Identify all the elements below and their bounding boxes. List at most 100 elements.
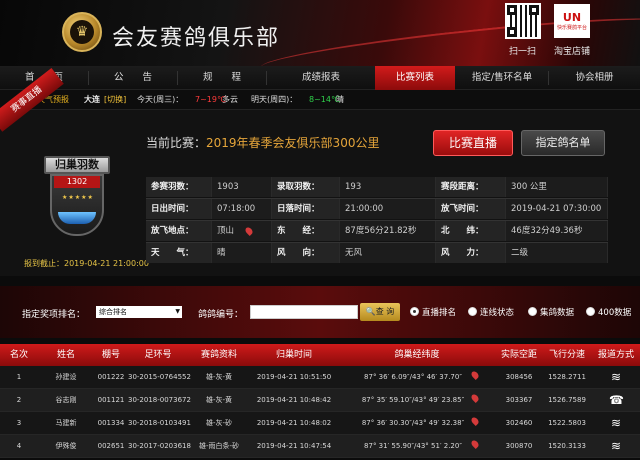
nav-album[interactable]: 协会相册 [549, 66, 640, 90]
info-value: 无风 [340, 243, 436, 263]
filter-bar: 指定奖项排名： 综合排名 ▼ 鸽鸽编号： 🔍查 询 直播排名 连线状态 集鸽数据… [0, 286, 640, 338]
table-row[interactable]: 4 伊殊俊 002651 30-2017-0203618 雄-雨白条-砂 2019-04-… [0, 435, 640, 458]
cell-name: 谷志刚 [55, 396, 77, 404]
nav-rules[interactable]: 规 程 [178, 66, 266, 90]
qr-code-icon[interactable] [505, 3, 541, 39]
info-value: 顶山 [212, 221, 272, 241]
city-switch-link[interactable]: [切换] [104, 90, 126, 110]
table-row[interactable]: 2 谷志刚 001121 30-2018-0073672 雄-灰-黄 2019-04-21… [0, 389, 640, 412]
weather-bar: 天气预报 大连 [切换] 今天(周三)： 7~19℃ 多云 明天(周四)： 8~… [0, 90, 640, 110]
info-value: 1903 [212, 177, 272, 197]
badge-stars: ★★★★★ [62, 194, 94, 201]
current-race-label: 当前比赛： [146, 136, 207, 150]
pigeon-number-input[interactable] [250, 305, 358, 319]
cell-ring: 30-2018-0073672 [128, 396, 191, 404]
cell-speed: 1522.5803 [548, 419, 586, 427]
cell-distance: 308456 [505, 373, 533, 381]
cell-distance: 300870 [505, 442, 533, 450]
info-key: 北 纬： [436, 221, 506, 241]
info-key: 录取羽数： [272, 177, 340, 197]
cell-loft: 001121 [97, 396, 125, 404]
cell-name: 孙建设 [55, 373, 77, 381]
cell-speed: 1528.2711 [548, 373, 586, 381]
cell-speed: 1520.3133 [548, 442, 586, 450]
cell-ring: 30-2018-0103491 [128, 419, 191, 427]
cell-arrival: 2019-04-21 10:47:54 [256, 442, 332, 450]
taobao-shop-icon[interactable]: UN 快乐赛鸽平台 [554, 4, 590, 38]
col-distance: 实际空距 [500, 350, 537, 360]
live-panel: 赛事直播 归巢羽数 1302 ★★★★★ 报到截止：2019-04-21 21:… [0, 67, 640, 276]
cell-rank: 4 [16, 442, 22, 450]
homing-badge: 归巢羽数 1302 ★★★★★ [44, 156, 110, 242]
designated-roster-button[interactable]: 指定鸽名单 [521, 130, 605, 156]
info-key: 放飞地点： [146, 221, 212, 241]
shop-logo-mark: UN [562, 11, 582, 24]
scan-link[interactable]: 扫一扫 [509, 44, 536, 57]
cell-arrival: 2019-04-21 10:48:42 [256, 396, 332, 404]
radio-selected-icon [410, 307, 419, 316]
cell-loft: 002651 [97, 442, 125, 450]
search-icon: 🔍 [365, 307, 376, 316]
radio-icon [586, 307, 595, 316]
cell-pigeon-info: 雄-灰-黄 [205, 396, 233, 404]
radio-live-rank[interactable]: 直播排名 [410, 306, 456, 318]
tomorrow-label: 明天(周四)： [251, 95, 298, 104]
nav-results[interactable]: 成绩报表 [267, 66, 375, 90]
info-value: 87度56分21.82秒 [340, 221, 436, 241]
info-value: 46度32分49.36秒 [506, 221, 608, 241]
cell-loft: 001222 [97, 373, 125, 381]
info-key: 放飞时间： [436, 199, 506, 219]
col-arrival: 归巢时间 [275, 350, 312, 360]
radio-collection-data[interactable]: 集鸽数据 [528, 306, 574, 318]
col-rank: 名次 [9, 350, 28, 360]
cell-coords: 87° 36′ 30.30″/43° 49′ 32.38″ [361, 419, 465, 427]
cell-ring: 30-2015-0764552 [128, 373, 191, 381]
rank-select[interactable]: 综合排名 ▼ [96, 306, 182, 318]
info-key: 天 气： [146, 243, 212, 263]
map-pin-icon[interactable] [244, 226, 254, 236]
club-logo[interactable]: ♛ [62, 12, 102, 52]
cell-name: 伊殊俊 [55, 442, 77, 450]
cell-arrival: 2019-04-21 10:51:50 [256, 373, 332, 381]
cell-pigeon-info: 雄-灰-黄 [205, 373, 233, 381]
cell-pigeon-info: 雄-雨白条-砂 [198, 442, 240, 450]
cell-distance: 303367 [505, 396, 533, 404]
rank-filter-label: 指定奖项排名： [22, 310, 86, 320]
cell-name: 马建新 [55, 419, 77, 427]
today-desc: 多云 [222, 95, 238, 104]
tomorrow-desc: 晴 [336, 95, 344, 104]
cell-arrival: 2019-04-21 10:48:02 [256, 419, 332, 427]
shop-logo-sub: 快乐赛鸽平台 [556, 25, 587, 31]
nav-notice[interactable]: 公 告 [89, 66, 177, 90]
badge-gem [58, 212, 96, 224]
antenna-icon: ≋ [610, 439, 622, 453]
info-value: 193 [340, 177, 436, 197]
radio-icon [468, 307, 477, 316]
nav-designated-list[interactable]: 指定/售环名单 [456, 66, 548, 90]
radio-icon [528, 307, 537, 316]
cell-coords: 87° 35′ 59.10″/43° 49′ 23.85″ [361, 396, 465, 404]
weather-city: 大连 [84, 95, 100, 104]
table-header: 名次 姓名 棚号 足环号 赛鸽资料 归巢时间 鸽巢经纬度 实际空距 飞行分速 报… [0, 344, 640, 366]
shop-link[interactable]: 淘宝店铺 [554, 44, 590, 57]
search-button[interactable]: 🔍查 询 [360, 303, 400, 321]
live-button[interactable]: 比赛直播 [433, 130, 513, 156]
info-value: 07:18:00 [212, 199, 272, 219]
current-race-name[interactable]: 2019年春季会友俱乐部300公里 [206, 136, 379, 150]
radio-label: 连线状态 [480, 308, 515, 318]
rank-select-value: 综合排名 [99, 308, 127, 316]
radio-label: 直播排名 [422, 308, 457, 318]
current-race: 当前比赛：2019年春季会友俱乐部300公里 [146, 134, 379, 151]
table-row[interactable]: 1 孙建设 001222 30-2015-0764552 雄-灰-黄 2019-04-21… [0, 366, 640, 389]
radio-400-data[interactable]: 400数据 [586, 306, 631, 318]
radio-link-status[interactable]: 连线状态 [468, 306, 514, 318]
section-divider [0, 276, 640, 286]
site-header: ♛ 会友赛鸽俱乐部 UN 快乐赛鸽平台 扫一扫 淘宝店铺 [0, 0, 640, 66]
cell-rank: 2 [16, 396, 22, 404]
info-key: 参赛羽数： [146, 177, 212, 197]
nav-race-list[interactable]: 比赛列表 [375, 66, 455, 90]
table-row[interactable]: 3 马建新 001334 30-2018-0103491 雄-灰-砂 2019-04-21… [0, 412, 640, 435]
pigeon-number-label: 鸽鸽编号： [198, 310, 244, 320]
col-name: 姓名 [56, 350, 75, 360]
cell-rank: 1 [16, 373, 22, 381]
